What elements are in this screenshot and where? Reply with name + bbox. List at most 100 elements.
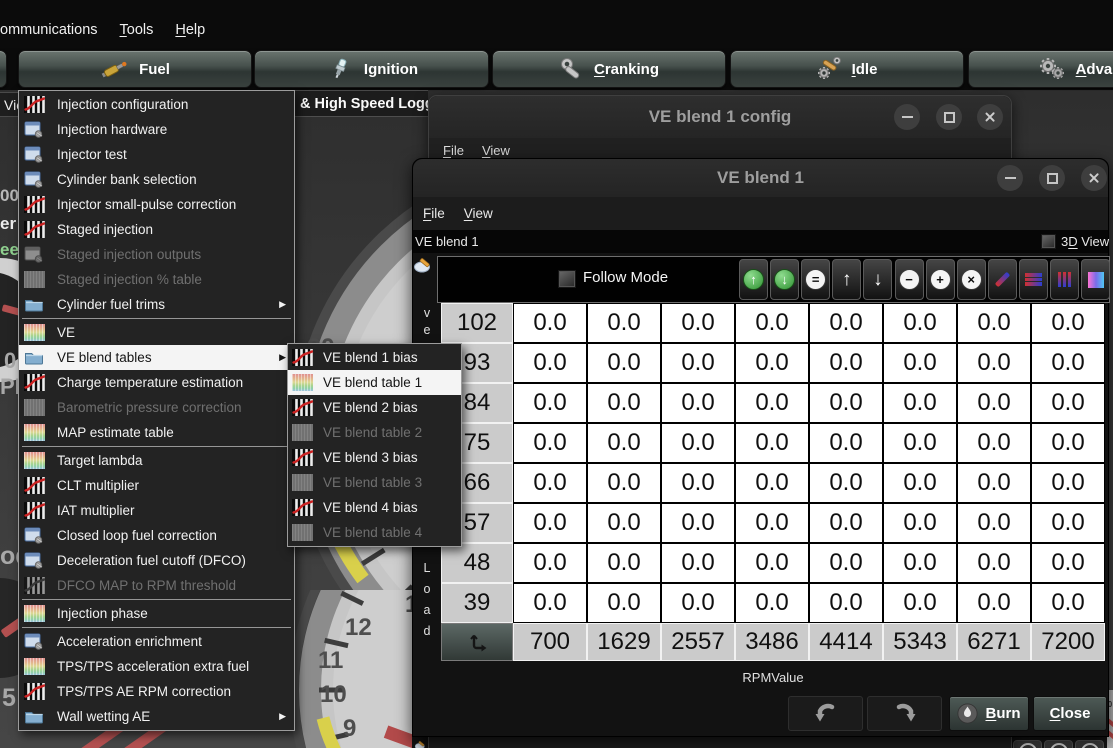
table-cell[interactable]: 0.0 xyxy=(809,423,883,463)
menu-item-map-estimate-table[interactable]: MAP estimate table xyxy=(19,420,294,445)
menu-item-ve[interactable]: VE xyxy=(19,320,294,345)
table-cell[interactable]: 0.0 xyxy=(957,423,1031,463)
table-cell[interactable]: 0.0 xyxy=(587,503,661,543)
table-cell[interactable]: 0.0 xyxy=(661,343,735,383)
menu-item-tps-tps-ae-rpm-correction[interactable]: TPS/TPS AE RPM correction xyxy=(19,679,294,704)
menu-view[interactable]: View xyxy=(482,143,510,158)
menu-item-cylinder-fuel-trims[interactable]: Cylinder fuel trims▶ xyxy=(19,292,294,317)
table-cell[interactable]: 0.0 xyxy=(883,303,957,343)
menu-item-ve-blend-table-3[interactable]: VE blend table 3 xyxy=(288,470,461,495)
heatmap-colors-button[interactable] xyxy=(1081,259,1110,300)
close-button[interactable] xyxy=(977,104,1003,130)
decrement-green-button[interactable]: ↓ xyxy=(770,259,799,300)
menu-item-ve-blend-tables[interactable]: VE blend tables▶ xyxy=(19,345,294,370)
table-cell[interactable]: 0.0 xyxy=(957,343,1031,383)
burn-button[interactable]: Burn xyxy=(949,696,1029,731)
tab-fuel[interactable]: Fuel xyxy=(18,50,252,88)
maximize-button[interactable] xyxy=(936,104,962,130)
table-cell[interactable]: 0.0 xyxy=(513,503,587,543)
menu-item-injection-configuration[interactable]: Injection configuration xyxy=(19,92,294,117)
scale-up-button[interactable]: ↑ xyxy=(832,259,861,300)
interpolate-rows-button[interactable] xyxy=(1019,259,1048,300)
x-axis-cell[interactable]: 7200 xyxy=(1031,623,1105,661)
menu-item-staged-injection[interactable]: Staged injection xyxy=(19,217,294,242)
table-cell[interactable]: 0.0 xyxy=(883,423,957,463)
table-cell[interactable]: 0.0 xyxy=(1031,503,1105,543)
3d-view-label[interactable]: 3D View xyxy=(1061,234,1109,249)
table-cell[interactable]: 0.0 xyxy=(735,583,809,623)
table-cell[interactable]: 0.0 xyxy=(661,543,735,583)
table-cell[interactable]: 0.0 xyxy=(809,583,883,623)
menu-view[interactable]: View xyxy=(464,206,493,221)
table-cell[interactable]: 0.0 xyxy=(661,383,735,423)
close-button[interactable] xyxy=(1081,165,1107,191)
x-axis-cell[interactable]: 2557 xyxy=(661,623,735,661)
menu-item-clt-multiplier[interactable]: CLT multiplier xyxy=(19,473,294,498)
table-window-titlebar[interactable]: VE blend 1 xyxy=(413,159,1108,197)
tab-advan[interactable]: Advan xyxy=(968,50,1113,88)
table-cell[interactable]: 0.0 xyxy=(809,463,883,503)
table-cell[interactable]: 0.0 xyxy=(513,343,587,383)
menu-item-charge-temperature-estimation[interactable]: Charge temperature estimation xyxy=(19,370,294,395)
y-axis-cell[interactable]: 48 xyxy=(441,543,513,583)
table-cell[interactable]: 0.0 xyxy=(735,343,809,383)
menu-item-ve-blend-2-bias[interactable]: VE blend 2 bias xyxy=(288,395,461,420)
y-axis-cell[interactable]: 39 xyxy=(441,583,513,623)
table-cell[interactable]: 0.0 xyxy=(661,503,735,543)
menubar-item-ommunications[interactable]: ommunications xyxy=(0,22,98,38)
interpolate-columns-button[interactable] xyxy=(1050,259,1079,300)
axis-corner-button[interactable] xyxy=(441,623,513,661)
close-table-button[interactable]: Close xyxy=(1033,696,1107,731)
table-cell[interactable]: 0.0 xyxy=(513,463,587,503)
menu-item-ve-blend-4-bias[interactable]: VE blend 4 bias xyxy=(288,495,461,520)
menu-file[interactable]: File xyxy=(443,143,464,158)
table-cell[interactable]: 0.0 xyxy=(1031,423,1105,463)
table-cell[interactable]: 0.0 xyxy=(587,543,661,583)
x-axis-cell[interactable]: 3486 xyxy=(735,623,809,661)
table-cell[interactable]: 0.0 xyxy=(661,423,735,463)
table-cell[interactable]: 0.0 xyxy=(735,303,809,343)
table-cell[interactable]: 0.0 xyxy=(809,303,883,343)
table-cell[interactable]: 0.0 xyxy=(587,583,661,623)
table-cell[interactable]: 0.0 xyxy=(513,423,587,463)
table-cell[interactable]: 0.0 xyxy=(883,503,957,543)
table-cell[interactable]: 0.0 xyxy=(957,503,1031,543)
table-cell[interactable]: 0.0 xyxy=(513,543,587,583)
table-cell[interactable]: 0.0 xyxy=(883,583,957,623)
table-cell[interactable]: 0.0 xyxy=(661,463,735,503)
tab-ignition[interactable]: Ignition xyxy=(254,50,489,88)
x-axis-cell[interactable]: 4414 xyxy=(809,623,883,661)
table-cell[interactable]: 0.0 xyxy=(735,463,809,503)
menu-item-injector-small-pulse-correction[interactable]: Injector small-pulse correction xyxy=(19,192,294,217)
menu-item-staged-injection-outputs[interactable]: Staged injection outputs xyxy=(19,242,294,267)
increase-button[interactable]: + xyxy=(926,259,955,300)
table-cell[interactable]: 0.0 xyxy=(587,343,661,383)
menu-item-acceleration-enrichment[interactable]: Acceleration enrichment xyxy=(19,629,294,654)
menu-item-ve-blend-table-2[interactable]: VE blend table 2 xyxy=(288,420,461,445)
x-axis-cell[interactable]: 700 xyxy=(513,623,587,661)
follow-mode-label[interactable]: Follow Mode xyxy=(583,269,668,286)
x-axis-cell[interactable]: 5343 xyxy=(883,623,957,661)
3d-view-checkbox[interactable] xyxy=(1041,234,1056,249)
table-cell[interactable]: 0.0 xyxy=(661,303,735,343)
menu-item-tps-tps-acceleration-extra-fuel[interactable]: TPS/TPS acceleration extra fuel xyxy=(19,654,294,679)
table-cell[interactable]: 0.0 xyxy=(957,583,1031,623)
table-cell[interactable]: 0.0 xyxy=(809,383,883,423)
menu-item-barometric-pressure-correction[interactable]: Barometric pressure correction xyxy=(19,395,294,420)
menu-item-deceleration-fuel-cutoff-dfco[interactable]: Deceleration fuel cutoff (DFCO) xyxy=(19,548,294,573)
menubar-item-help[interactable]: Help xyxy=(175,22,205,38)
multiply-button[interactable]: × xyxy=(957,259,986,300)
y-axis-cell[interactable]: 102 xyxy=(441,303,513,343)
interpolate-button[interactable] xyxy=(988,259,1017,300)
menu-item-ve-blend-table-4[interactable]: VE blend table 4 xyxy=(288,520,461,545)
table-cell[interactable]: 0.0 xyxy=(661,583,735,623)
menu-item-ve-blend-1-bias[interactable]: VE blend 1 bias xyxy=(288,345,461,370)
table-cell[interactable]: 0.0 xyxy=(587,463,661,503)
table-cell[interactable]: 0.0 xyxy=(587,303,661,343)
minimize-button[interactable] xyxy=(997,165,1023,191)
table-cell[interactable]: 0.0 xyxy=(809,503,883,543)
decrease-button[interactable]: − xyxy=(895,259,924,300)
menubar-item-tools[interactable]: Tools xyxy=(120,22,154,38)
table-cell[interactable]: 0.0 xyxy=(1031,343,1105,383)
menu-item-injection-hardware[interactable]: Injection hardware xyxy=(19,117,294,142)
